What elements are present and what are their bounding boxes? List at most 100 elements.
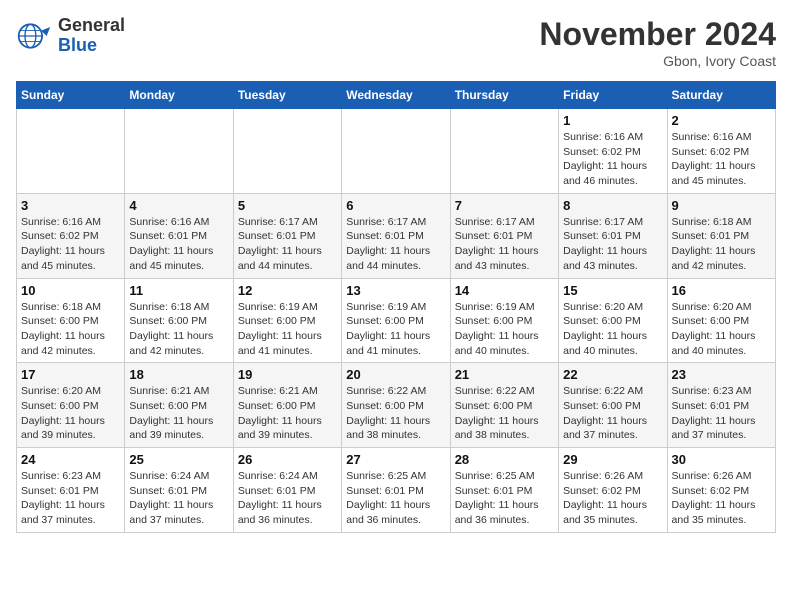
day-info: Sunrise: 6:17 AM Sunset: 6:01 PM Dayligh… <box>238 215 337 274</box>
calendar-cell: 15Sunrise: 6:20 AM Sunset: 6:00 PM Dayli… <box>559 278 667 363</box>
calendar-cell: 22 Sunrise: 6:22 AM Sunset: 6:00 PM Dayli… <box>559 363 667 448</box>
calendar-cell: 9 Sunrise: 6:18 AM Sunset: 6:01 PM Daylig… <box>667 193 775 278</box>
day-number: 3 <box>21 198 120 213</box>
calendar-cell: 19Sunrise: 6:21 AM Sunset: 6:00 PM Dayli… <box>233 363 341 448</box>
day-info: Sunrise: 6:17 AM Sunset: 6:01 PM Dayligh… <box>455 215 554 274</box>
calendar-cell: 14Sunrise: 6:19 AM Sunset: 6:00 PM Dayli… <box>450 278 558 363</box>
day-number: 6 <box>346 198 445 213</box>
day-number: 24 <box>21 452 120 467</box>
weekday-header: Thursday <box>450 82 558 109</box>
day-info: Sunrise: 6:22 AM Sunset: 6:00 PM Dayligh… <box>346 384 445 443</box>
day-number: 25 <box>129 452 228 467</box>
calendar-cell: 6Sunrise: 6:17 AM Sunset: 6:01 PM Daylig… <box>342 193 450 278</box>
day-number: 22 <box>563 367 662 382</box>
weekday-row: SundayMondayTuesdayWednesdayThursdayFrid… <box>17 82 776 109</box>
month-title: November 2024 <box>539 16 776 53</box>
calendar-cell: 28Sunrise: 6:25 AM Sunset: 6:01 PM Dayli… <box>450 448 558 533</box>
calendar-cell: 24 Sunrise: 6:23 AM Sunset: 6:01 PM Dayli… <box>17 448 125 533</box>
day-info: Sunrise: 6:16 AM Sunset: 6:01 PM Dayligh… <box>129 215 228 274</box>
location-label: Gbon, Ivory Coast <box>539 53 776 69</box>
day-number: 23 <box>672 367 771 382</box>
day-info: Sunrise: 6:23 AM Sunset: 6:01 PM Dayligh… <box>672 384 771 443</box>
day-number: 10 <box>21 283 120 298</box>
calendar-week: 24 Sunrise: 6:23 AM Sunset: 6:01 PM Dayli… <box>17 448 776 533</box>
logo-blue: Blue <box>58 36 125 56</box>
calendar-cell: 3 Sunrise: 6:16 AM Sunset: 6:02 PM Daylig… <box>17 193 125 278</box>
weekday-header: Friday <box>559 82 667 109</box>
day-number: 16 <box>672 283 771 298</box>
day-info: Sunrise: 6:26 AM Sunset: 6:02 PM Dayligh… <box>563 469 662 528</box>
calendar-cell: 7 Sunrise: 6:17 AM Sunset: 6:01 PM Daylig… <box>450 193 558 278</box>
calendar-cell: 18 Sunrise: 6:21 AM Sunset: 6:00 PM Dayli… <box>125 363 233 448</box>
day-number: 18 <box>129 367 228 382</box>
day-number: 13 <box>346 283 445 298</box>
weekday-header: Saturday <box>667 82 775 109</box>
calendar-cell: 4 Sunrise: 6:16 AM Sunset: 6:01 PM Daylig… <box>125 193 233 278</box>
calendar-cell: 23 Sunrise: 6:23 AM Sunset: 6:01 PM Dayli… <box>667 363 775 448</box>
day-info: Sunrise: 6:19 AM Sunset: 6:00 PM Dayligh… <box>346 300 445 359</box>
day-number: 29 <box>563 452 662 467</box>
day-number: 1 <box>563 113 662 128</box>
weekday-header: Wednesday <box>342 82 450 109</box>
title-block: November 2024 Gbon, Ivory Coast <box>539 16 776 69</box>
day-info: Sunrise: 6:16 AM Sunset: 6:02 PM Dayligh… <box>21 215 120 274</box>
day-info: Sunrise: 6:26 AM Sunset: 6:02 PM Dayligh… <box>672 469 771 528</box>
day-info: Sunrise: 6:18 AM Sunset: 6:00 PM Dayligh… <box>129 300 228 359</box>
calendar-week: 10 Sunrise: 6:18 AM Sunset: 6:00 PM Dayli… <box>17 278 776 363</box>
logo-text: General Blue <box>58 16 125 56</box>
day-info: Sunrise: 6:25 AM Sunset: 6:01 PM Dayligh… <box>346 469 445 528</box>
calendar-cell: 20 Sunrise: 6:22 AM Sunset: 6:00 PM Dayli… <box>342 363 450 448</box>
day-info: Sunrise: 6:19 AM Sunset: 6:00 PM Dayligh… <box>238 300 337 359</box>
calendar-cell: 16 Sunrise: 6:20 AM Sunset: 6:00 PM Dayli… <box>667 278 775 363</box>
day-info: Sunrise: 6:18 AM Sunset: 6:01 PM Dayligh… <box>672 215 771 274</box>
calendar-week: 3 Sunrise: 6:16 AM Sunset: 6:02 PM Daylig… <box>17 193 776 278</box>
page-header: General Blue November 2024 Gbon, Ivory C… <box>16 16 776 69</box>
day-info: Sunrise: 6:21 AM Sunset: 6:00 PM Dayligh… <box>129 384 228 443</box>
calendar-cell: 25 Sunrise: 6:24 AM Sunset: 6:01 PM Dayli… <box>125 448 233 533</box>
day-number: 21 <box>455 367 554 382</box>
day-info: Sunrise: 6:23 AM Sunset: 6:01 PM Dayligh… <box>21 469 120 528</box>
calendar-cell: 21Sunrise: 6:22 AM Sunset: 6:00 PM Dayli… <box>450 363 558 448</box>
weekday-header: Sunday <box>17 82 125 109</box>
day-number: 15 <box>563 283 662 298</box>
calendar-cell: 29 Sunrise: 6:26 AM Sunset: 6:02 PM Dayli… <box>559 448 667 533</box>
day-number: 27 <box>346 452 445 467</box>
day-info: Sunrise: 6:21 AM Sunset: 6:00 PM Dayligh… <box>238 384 337 443</box>
calendar-cell <box>342 109 450 194</box>
day-info: Sunrise: 6:17 AM Sunset: 6:01 PM Dayligh… <box>563 215 662 274</box>
calendar-cell: 12 Sunrise: 6:19 AM Sunset: 6:00 PM Dayli… <box>233 278 341 363</box>
calendar-cell: 13 Sunrise: 6:19 AM Sunset: 6:00 PM Dayli… <box>342 278 450 363</box>
day-number: 26 <box>238 452 337 467</box>
day-number: 17 <box>21 367 120 382</box>
day-number: 4 <box>129 198 228 213</box>
day-number: 30 <box>672 452 771 467</box>
day-number: 7 <box>455 198 554 213</box>
day-info: Sunrise: 6:20 AM Sunset: 6:00 PM Dayligh… <box>672 300 771 359</box>
calendar-cell <box>450 109 558 194</box>
day-number: 9 <box>672 198 771 213</box>
day-number: 8 <box>563 198 662 213</box>
day-number: 11 <box>129 283 228 298</box>
calendar-week: 17Sunrise: 6:20 AM Sunset: 6:00 PM Dayli… <box>17 363 776 448</box>
day-number: 12 <box>238 283 337 298</box>
calendar-cell: 27 Sunrise: 6:25 AM Sunset: 6:01 PM Dayli… <box>342 448 450 533</box>
day-info: Sunrise: 6:24 AM Sunset: 6:01 PM Dayligh… <box>129 469 228 528</box>
day-info: Sunrise: 6:19 AM Sunset: 6:00 PM Dayligh… <box>455 300 554 359</box>
weekday-header: Tuesday <box>233 82 341 109</box>
calendar-cell: 2Sunrise: 6:16 AM Sunset: 6:02 PM Daylig… <box>667 109 775 194</box>
calendar-cell: 30 Sunrise: 6:26 AM Sunset: 6:02 PM Dayli… <box>667 448 775 533</box>
day-number: 5 <box>238 198 337 213</box>
logo-general: General <box>58 16 125 36</box>
calendar-cell <box>233 109 341 194</box>
calendar-cell: 17Sunrise: 6:20 AM Sunset: 6:00 PM Dayli… <box>17 363 125 448</box>
logo: General Blue <box>16 16 125 56</box>
day-info: Sunrise: 6:22 AM Sunset: 6:00 PM Dayligh… <box>563 384 662 443</box>
logo-icon <box>16 18 52 54</box>
calendar-cell <box>17 109 125 194</box>
calendar-cell: 10 Sunrise: 6:18 AM Sunset: 6:00 PM Dayli… <box>17 278 125 363</box>
day-info: Sunrise: 6:18 AM Sunset: 6:00 PM Dayligh… <box>21 300 120 359</box>
calendar-cell: 11 Sunrise: 6:18 AM Sunset: 6:00 PM Dayli… <box>125 278 233 363</box>
day-number: 20 <box>346 367 445 382</box>
day-info: Sunrise: 6:16 AM Sunset: 6:02 PM Dayligh… <box>672 130 771 189</box>
weekday-header: Monday <box>125 82 233 109</box>
